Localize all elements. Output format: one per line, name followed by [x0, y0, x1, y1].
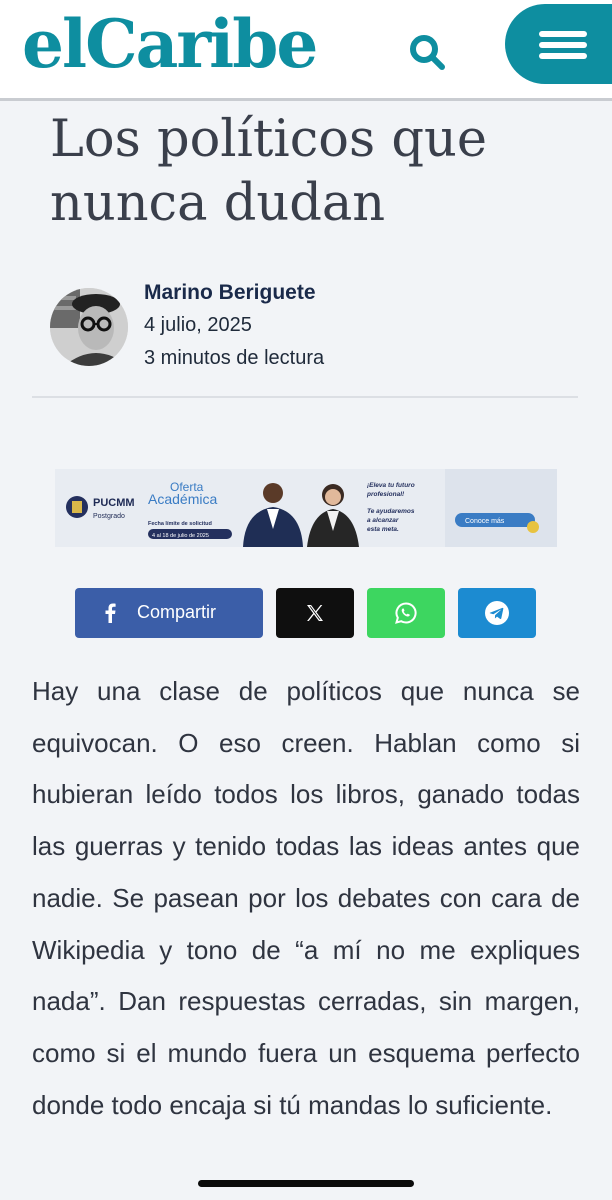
search-button[interactable]: [404, 30, 450, 76]
share-x-button[interactable]: [276, 588, 354, 638]
share-facebook-button[interactable]: Compartir: [75, 588, 263, 638]
hamburger-menu-icon: [539, 31, 587, 37]
telegram-icon: [485, 601, 509, 625]
ad-brand-sub: Postgrado: [93, 513, 125, 520]
home-indicator: [198, 1180, 414, 1187]
site-logo[interactable]: elCaribe: [22, 2, 318, 86]
ad-tagline-3: Te ayudaremos: [367, 508, 415, 515]
article-title: Los políticos que nunca dudan: [50, 110, 488, 233]
ad-tagline-5: esta meta.: [367, 526, 399, 533]
ad-headline-2: Académica: [148, 491, 217, 507]
share-facebook-label: Compartir: [137, 602, 217, 622]
ad-graphic: PUCMM Postgrado Oferta Académica Fecha l…: [55, 469, 557, 547]
author-avatar[interactable]: [50, 288, 128, 366]
divider: [32, 396, 578, 398]
menu-button[interactable]: [505, 4, 612, 84]
x-icon: [307, 605, 323, 621]
ad-banner[interactable]: PUCMM Postgrado Oferta Académica Fecha l…: [55, 469, 557, 547]
share-whatsapp-button[interactable]: [367, 588, 445, 638]
ad-deadline-2: 4 al 18 de julio de 2025: [152, 533, 209, 539]
ad-tagline-4: a alcanzar: [367, 517, 399, 524]
ad-deadline-1: Fecha límite de solicitud: [148, 521, 212, 527]
ad-brand: PUCMM: [93, 497, 135, 509]
author-name[interactable]: Marino Beriguete: [144, 281, 316, 305]
whatsapp-icon: [395, 602, 417, 624]
facebook-icon: [105, 603, 116, 623]
site-header: elCaribe: [0, 0, 612, 101]
article-body: Hay una clase de políticos que nunca se …: [32, 676, 580, 1120]
ad-tagline-1: ¡Eleva tu futuro: [367, 482, 415, 489]
author-photo: [50, 288, 128, 366]
ad-tagline-2: profesional!: [366, 491, 405, 498]
publish-date: 4 julio, 2025: [144, 314, 252, 336]
share-telegram-button[interactable]: [458, 588, 536, 638]
reading-time: 3 minutos de lectura: [144, 347, 325, 369]
search-icon: [410, 35, 445, 70]
ad-cta: Conoce más: [465, 518, 505, 525]
hamburger-bar: [539, 53, 587, 59]
hamburger-bar: [539, 42, 587, 48]
